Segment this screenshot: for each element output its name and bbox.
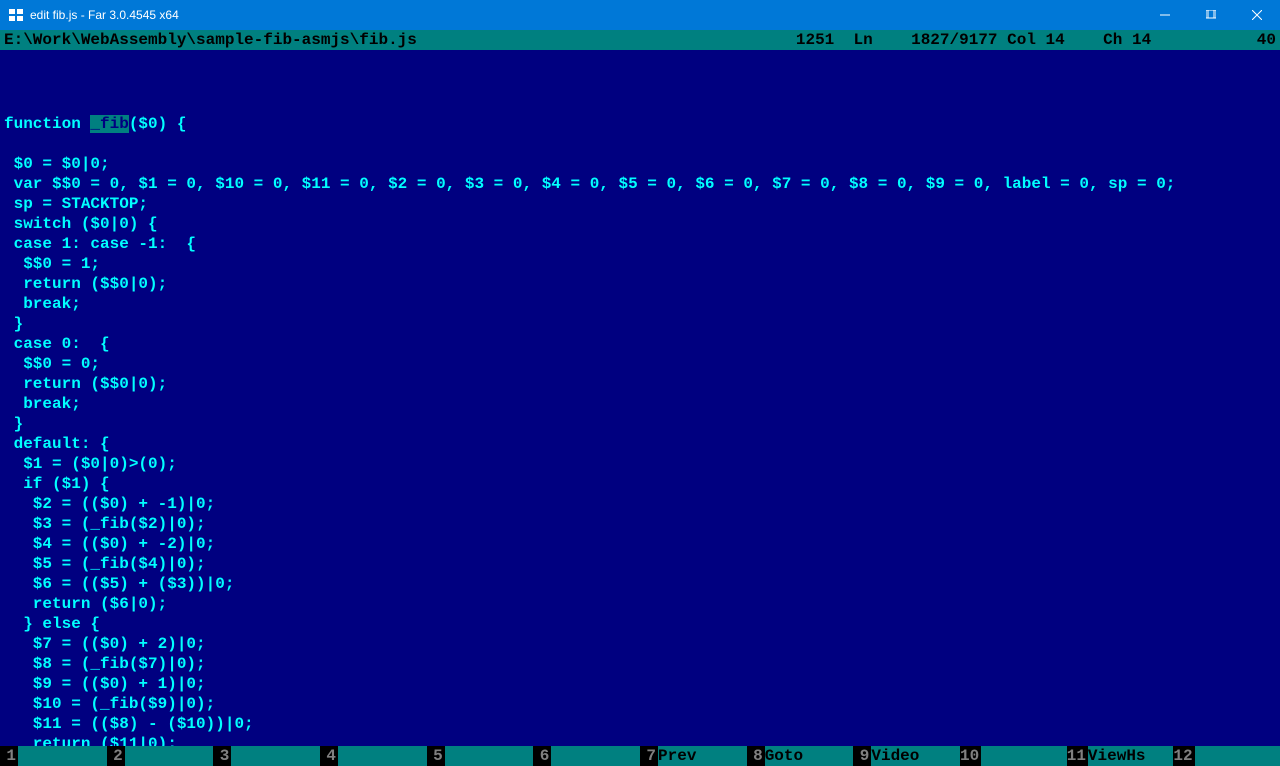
- key-label: Goto: [765, 746, 854, 766]
- key-label: [1195, 746, 1280, 766]
- code-line: $5 = (_fib($4)|0);: [4, 554, 1276, 574]
- code-line: switch ($0|0) {: [4, 214, 1276, 234]
- code-line: sp = STACKTOP;: [4, 194, 1276, 214]
- editor-area[interactable]: function _fib($0) { $0 = $0|0; var $$0 =…: [0, 50, 1280, 746]
- window-titlebar: edit fib.js - Far 3.0.4545 x64: [0, 0, 1280, 30]
- code-line: function _fib($0) {: [4, 114, 1276, 134]
- key-label: Video: [871, 746, 960, 766]
- key-number: 8: [747, 746, 765, 766]
- key-cell-1[interactable]: 1: [0, 746, 107, 766]
- key-label: Prev: [658, 746, 747, 766]
- key-number: 6: [533, 746, 551, 766]
- code-line: $8 = (_fib($7)|0);: [4, 654, 1276, 674]
- code-line: if ($1) {: [4, 474, 1276, 494]
- code-line: $1 = ($0|0)>(0);: [4, 454, 1276, 474]
- key-cell-12[interactable]: 12: [1173, 746, 1280, 766]
- key-label: [231, 746, 320, 766]
- key-cell-6[interactable]: 6: [533, 746, 640, 766]
- key-cell-4[interactable]: 4: [320, 746, 427, 766]
- key-number: 12: [1173, 746, 1194, 766]
- key-label: [551, 746, 640, 766]
- key-number: 9: [853, 746, 871, 766]
- status-codepage: 1251: [796, 31, 834, 49]
- code-line: $4 = (($0) + -2)|0;: [4, 534, 1276, 554]
- code-line: $$0 = 0;: [4, 354, 1276, 374]
- code-line: case 1: case -1: {: [4, 234, 1276, 254]
- code-line: $0 = $0|0;: [4, 154, 1276, 174]
- code-line: $9 = (($0) + 1)|0;: [4, 674, 1276, 694]
- key-cell-11[interactable]: 11ViewHs: [1067, 746, 1174, 766]
- app-icon: [8, 7, 24, 23]
- code-line: } else {: [4, 614, 1276, 634]
- key-number: 7: [640, 746, 658, 766]
- file-path: E:\Work\WebAssembly\sample-fib-asmjs\fib…: [4, 31, 417, 49]
- close-button[interactable]: [1234, 0, 1280, 30]
- status-ch: 14: [1132, 31, 1151, 49]
- status-ln-label: Ln: [853, 31, 872, 49]
- code-line: var $$0 = 0, $1 = 0, $10 = 0, $11 = 0, $…: [4, 174, 1276, 194]
- code-line: $11 = (($8) - ($10))|0;: [4, 714, 1276, 734]
- key-cell-3[interactable]: 3: [213, 746, 320, 766]
- window-title: edit fib.js - Far 3.0.4545 x64: [30, 8, 1142, 22]
- code-line: return ($11|0);: [4, 734, 1276, 746]
- status-ch-label: Ch: [1103, 31, 1122, 49]
- code-line: $3 = (_fib($2)|0);: [4, 514, 1276, 534]
- key-cell-8[interactable]: 8Goto: [747, 746, 854, 766]
- status-col-label: Col: [1007, 31, 1036, 49]
- key-cell-7[interactable]: 7Prev: [640, 746, 747, 766]
- window-controls: [1142, 0, 1280, 30]
- status-col: 14: [1046, 31, 1065, 49]
- editor-status-bar: E:\Work\WebAssembly\sample-fib-asmjs\fib…: [0, 30, 1280, 50]
- code-line: $10 = (_fib($9)|0);: [4, 694, 1276, 714]
- function-key-bar: 1234567Prev8Goto9Video1011ViewHs12: [0, 746, 1280, 766]
- key-label: [18, 746, 107, 766]
- key-number: 11: [1067, 746, 1088, 766]
- code-line: [4, 74, 1276, 94]
- key-number: 5: [427, 746, 445, 766]
- code-line: $7 = (($0) + 2)|0;: [4, 634, 1276, 654]
- code-line: default: {: [4, 434, 1276, 454]
- key-number: 10: [960, 746, 981, 766]
- key-cell-2[interactable]: 2: [107, 746, 214, 766]
- key-label: [338, 746, 427, 766]
- code-line: $6 = (($5) + ($3))|0;: [4, 574, 1276, 594]
- maximize-button[interactable]: [1188, 0, 1234, 30]
- key-label: [445, 746, 534, 766]
- code-line: }: [4, 414, 1276, 434]
- key-cell-5[interactable]: 5: [427, 746, 534, 766]
- minimize-button[interactable]: [1142, 0, 1188, 30]
- code-line: case 0: {: [4, 334, 1276, 354]
- code-line: break;: [4, 394, 1276, 414]
- status-right-num: 40: [1257, 31, 1276, 49]
- key-cell-9[interactable]: 9Video: [853, 746, 960, 766]
- key-number: 2: [107, 746, 125, 766]
- code-line: return ($6|0);: [4, 594, 1276, 614]
- key-number: 1: [0, 746, 18, 766]
- code-line: return ($$0|0);: [4, 274, 1276, 294]
- key-label: [981, 746, 1066, 766]
- key-label: ViewHs: [1088, 746, 1173, 766]
- code-line: $2 = (($0) + -1)|0;: [4, 494, 1276, 514]
- key-number: 3: [213, 746, 231, 766]
- key-number: 4: [320, 746, 338, 766]
- status-line-pos: 1827/9177: [911, 31, 997, 49]
- code-line: break;: [4, 294, 1276, 314]
- code-line: return ($$0|0);: [4, 374, 1276, 394]
- key-cell-10[interactable]: 10: [960, 746, 1067, 766]
- code-line: $$0 = 1;: [4, 254, 1276, 274]
- search-highlight: _fib: [90, 115, 128, 133]
- code-line: }: [4, 314, 1276, 334]
- key-label: [125, 746, 214, 766]
